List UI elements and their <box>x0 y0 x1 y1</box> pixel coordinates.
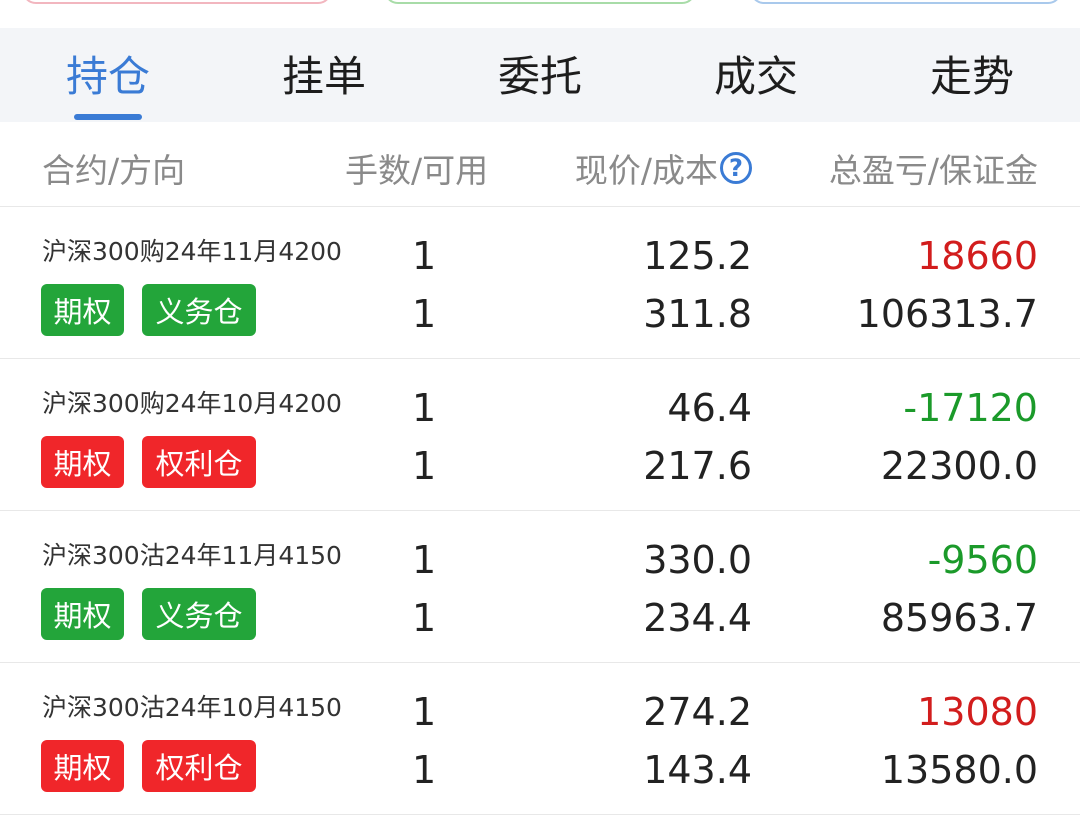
available-value: 1 <box>412 444 437 488</box>
tab-label: 挂单 <box>281 51 366 101</box>
type-badge: 期权 <box>41 588 124 640</box>
margin-value: 85963.7 <box>880 596 1038 640</box>
tab-label: 走势 <box>929 51 1014 101</box>
available-value: 1 <box>412 748 437 792</box>
total-pnl-value: 13080 <box>917 690 1038 734</box>
active-tab-indicator <box>74 114 142 120</box>
tab-label: 持仓 <box>65 51 150 101</box>
column-header: 合约/方向 手数/可用 现价/成本 ? 总盈亏/保证金 <box>0 122 1080 207</box>
top-action-button-2[interactable] <box>384 0 696 4</box>
position-row[interactable]: 沪深300购24年11月4200 期权 义务仓 1 1 125.2 311.8 18660 10… <box>0 206 1080 359</box>
type-badge: 期权 <box>41 284 124 336</box>
cost-value: 234.4 <box>643 596 752 640</box>
tab-trend[interactable]: 走势 <box>864 28 1080 122</box>
question-help-icon[interactable]: ? <box>720 152 752 184</box>
contract-name: 沪深300购24年10月4200 <box>42 389 342 418</box>
position-row[interactable]: 沪深300购24年10月4200 期权 权利仓 1 1 46.4 217.6 -17120 22… <box>0 358 1080 511</box>
top-button-strip <box>0 0 1080 28</box>
current-price-value: 125.2 <box>643 234 752 278</box>
total-pnl-value: -17120 <box>903 386 1038 430</box>
column-contract-direction: 合约/方向 <box>42 151 186 190</box>
current-price-value: 274.2 <box>643 690 752 734</box>
quantity-value: 1 <box>412 538 437 582</box>
margin-value: 106313.7 <box>856 292 1038 336</box>
current-price-value: 46.4 <box>667 386 752 430</box>
total-pnl-value: -9560 <box>927 538 1038 582</box>
contract-name: 沪深300购24年11月4200 <box>42 237 342 266</box>
quantity-value: 1 <box>412 234 437 278</box>
available-value: 1 <box>412 292 437 336</box>
top-action-button-1[interactable] <box>22 0 332 4</box>
current-price-value: 330.0 <box>643 538 752 582</box>
direction-badge: 义务仓 <box>142 588 256 640</box>
cost-value: 217.6 <box>643 444 752 488</box>
available-value: 1 <box>412 596 437 640</box>
type-badge: 期权 <box>41 740 124 792</box>
cost-value: 311.8 <box>643 292 752 336</box>
contract-name: 沪深300沽24年11月4150 <box>42 541 342 570</box>
column-quantity-available: 手数/可用 <box>345 151 489 190</box>
tab-positions[interactable]: 持仓 <box>0 28 216 122</box>
column-price-cost-label: 现价/成本 <box>574 151 718 190</box>
cost-value: 143.4 <box>643 748 752 792</box>
column-pnl-margin: 总盈亏/保证金 <box>828 151 1038 190</box>
margin-value: 22300.0 <box>880 444 1038 488</box>
tab-label: 委托 <box>497 51 582 101</box>
quantity-value: 1 <box>412 386 437 430</box>
column-price-cost: 现价/成本 ? <box>575 144 752 192</box>
position-row[interactable]: 沪深300沽24年10月4150 期权 权利仓 1 1 274.2 143.4 13080 13… <box>0 662 1080 815</box>
tab-bar: 持仓 挂单 委托 成交 走势 <box>0 28 1080 122</box>
direction-badge: 权利仓 <box>142 740 256 792</box>
tab-label: 成交 <box>713 51 798 101</box>
top-action-button-3[interactable] <box>750 0 1062 4</box>
tab-pending-orders[interactable]: 挂单 <box>216 28 432 122</box>
total-pnl-value: 18660 <box>917 234 1038 278</box>
quantity-value: 1 <box>412 690 437 734</box>
contract-name: 沪深300沽24年10月4150 <box>42 693 342 722</box>
tab-trades[interactable]: 成交 <box>648 28 864 122</box>
margin-value: 13580.0 <box>880 748 1038 792</box>
tab-orders[interactable]: 委托 <box>432 28 648 122</box>
direction-badge: 义务仓 <box>142 284 256 336</box>
position-row[interactable]: 沪深300沽24年11月4150 期权 义务仓 1 1 330.0 234.4 -9560 85… <box>0 510 1080 663</box>
direction-badge: 权利仓 <box>142 436 256 488</box>
type-badge: 期权 <box>41 436 124 488</box>
